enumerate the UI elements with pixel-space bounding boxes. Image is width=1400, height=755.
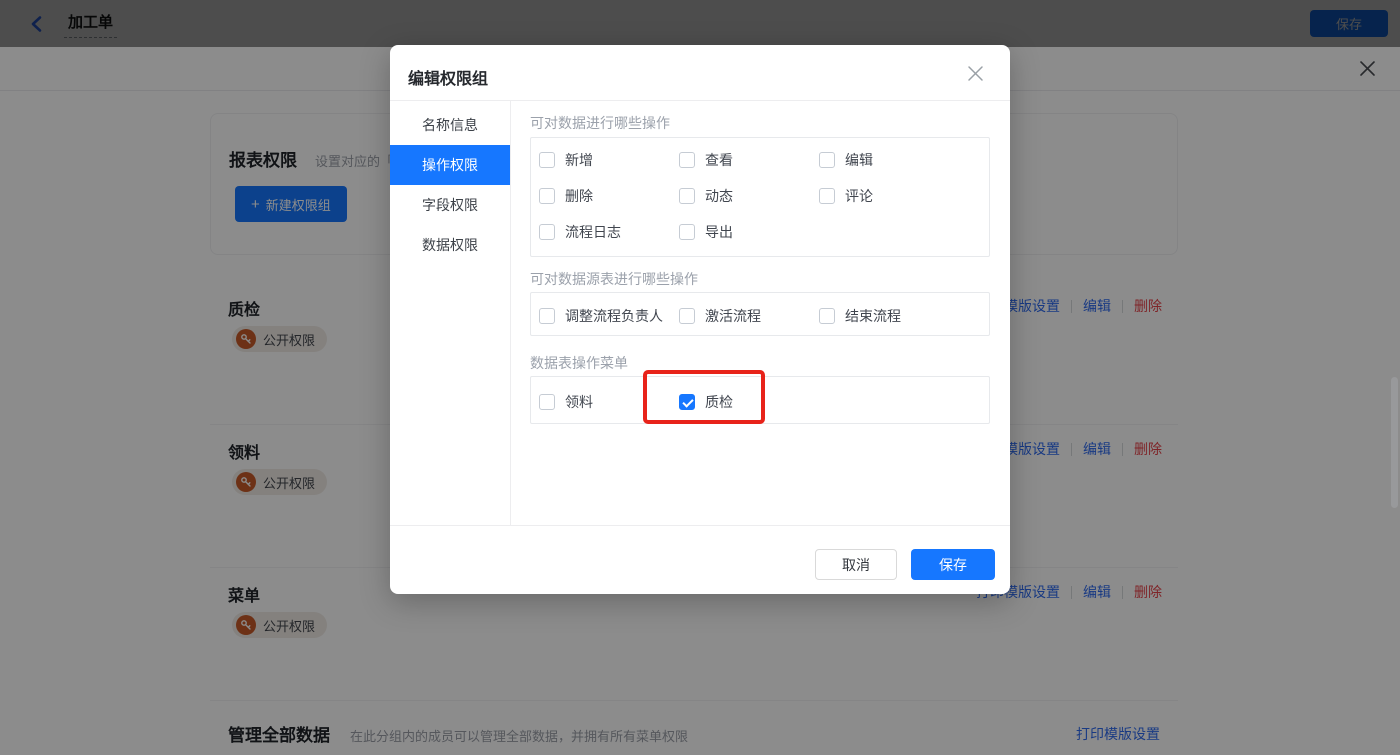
checkbox-unchecked-icon[interactable] — [819, 188, 835, 204]
checkbox-item-质检[interactable]: 质检 — [679, 392, 733, 412]
checkbox-item-流程日志[interactable]: 流程日志 — [539, 222, 621, 242]
checkbox-label: 评论 — [845, 188, 873, 204]
checkbox-unchecked-icon[interactable] — [679, 152, 695, 168]
modal-title: 编辑权限组 — [408, 71, 489, 88]
checkbox-item-导出[interactable]: 导出 — [679, 222, 733, 242]
section-title: 可对数据进行哪些操作 — [530, 115, 670, 131]
checkbox-label: 领料 — [565, 394, 593, 410]
checkbox-label: 查看 — [705, 152, 733, 168]
checkbox-label: 激活流程 — [705, 308, 761, 324]
checkbox-item-动态[interactable]: 动态 — [679, 186, 733, 206]
modal-close-icon[interactable] — [967, 65, 984, 82]
checkbox-unchecked-icon[interactable] — [539, 224, 555, 240]
checkbox-item-激活流程[interactable]: 激活流程 — [679, 306, 761, 326]
modal-footer: 取消 保存 — [390, 526, 1010, 594]
checkbox-label: 编辑 — [845, 152, 873, 168]
checkbox-item-删除[interactable]: 删除 — [539, 186, 593, 206]
checkbox-unchecked-icon[interactable] — [819, 152, 835, 168]
save-button[interactable]: 保存 — [911, 549, 995, 580]
tab-数据权限[interactable]: 数据权限 — [390, 225, 510, 265]
checkbox-label: 流程日志 — [565, 224, 621, 240]
checkbox-item-编辑[interactable]: 编辑 — [819, 150, 873, 170]
checkbox-unchecked-icon[interactable] — [679, 224, 695, 240]
checkbox-unchecked-icon[interactable] — [539, 188, 555, 204]
checkbox-checked-icon[interactable] — [679, 394, 695, 410]
checkbox-item-查看[interactable]: 查看 — [679, 150, 733, 170]
checkbox-label: 删除 — [565, 188, 593, 204]
checkbox-group-box: 调整流程负责人 激活流程 结束流程 — [530, 292, 990, 336]
section-title: 数据表操作菜单 — [530, 355, 628, 371]
checkbox-item-领料[interactable]: 领料 — [539, 392, 593, 412]
tab-名称信息[interactable]: 名称信息 — [390, 105, 510, 145]
modal-tab-list: 名称信息 操作权限 字段权限 数据权限 — [390, 105, 510, 265]
checkbox-item-结束流程[interactable]: 结束流程 — [819, 306, 901, 326]
checkbox-unchecked-icon[interactable] — [539, 394, 555, 410]
tab-操作权限[interactable]: 操作权限 — [390, 145, 510, 185]
scrollbar-thumb[interactable] — [1391, 377, 1398, 508]
section-title: 可对数据源表进行哪些操作 — [530, 271, 698, 287]
checkbox-item-评论[interactable]: 评论 — [819, 186, 873, 206]
cancel-button[interactable]: 取消 — [815, 549, 897, 580]
checkbox-label: 质检 — [705, 394, 733, 410]
checkbox-unchecked-icon[interactable] — [819, 308, 835, 324]
checkbox-label: 导出 — [705, 224, 733, 240]
checkbox-unchecked-icon[interactable] — [539, 152, 555, 168]
checkbox-group-box: 领料 质检 — [530, 376, 990, 424]
checkbox-unchecked-icon[interactable] — [679, 308, 695, 324]
checkbox-group-box: 新增 查看 编辑删除 动态 评论流程日志 导出 — [530, 137, 990, 257]
checkbox-label: 新增 — [565, 152, 593, 168]
checkbox-label: 动态 — [705, 188, 733, 204]
modal-sidebar-divider — [510, 101, 511, 525]
checkbox-label: 结束流程 — [845, 308, 901, 324]
checkbox-item-新增[interactable]: 新增 — [539, 150, 593, 170]
modal-body: 可对数据进行哪些操作新增 查看 编辑删除 动态 评论流程日志 导出可对数据源表进行哪些操作… — [530, 101, 990, 525]
checkbox-label: 调整流程负责人 — [565, 308, 663, 324]
tab-字段权限[interactable]: 字段权限 — [390, 185, 510, 225]
checkbox-unchecked-icon[interactable] — [539, 308, 555, 324]
edit-permission-group-modal: 编辑权限组 名称信息 操作权限 字段权限 数据权限 可对数据进行哪些操作新增 查看 编辑删… — [390, 45, 1010, 594]
checkbox-item-调整流程负责人[interactable]: 调整流程负责人 — [539, 306, 663, 326]
checkbox-unchecked-icon[interactable] — [679, 188, 695, 204]
